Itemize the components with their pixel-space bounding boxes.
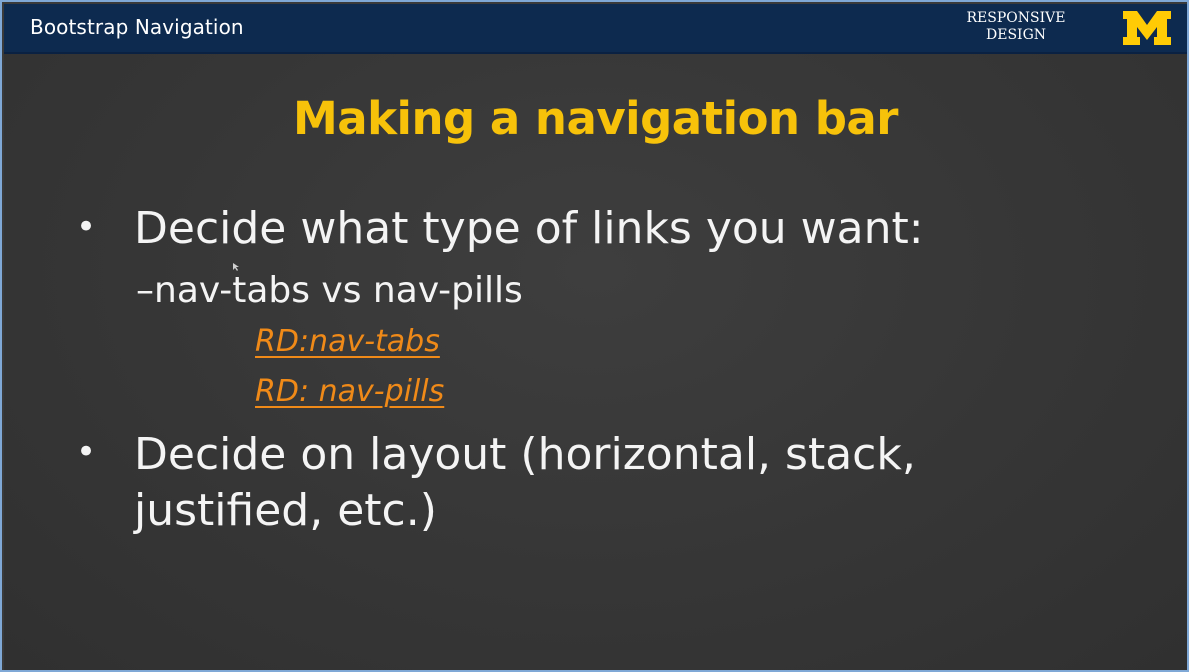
bullet-dot-2: • <box>76 432 97 472</box>
sub-bullet-text: nav-tabs vs nav-pills <box>154 270 523 311</box>
bullet-2-line-1: Decide on layout (horizontal, stack, <box>134 429 916 480</box>
link-nav-tabs[interactable]: RD:nav-tabs <box>255 324 440 359</box>
video-frame: Bootstrap Navigation RESPONSIVE DESIGN M… <box>0 0 1189 672</box>
brand-line-1: RESPONSIVE <box>966 10 1066 26</box>
sub-bullet-1: –nav-tabs vs nav-pills <box>136 269 523 313</box>
sub-bullet-dash: – <box>136 270 154 311</box>
link-nav-pills[interactable]: RD: nav-pills <box>255 374 444 409</box>
slide-header: Bootstrap Navigation RESPONSIVE DESIGN <box>4 4 1187 54</box>
brand-line-2: DESIGN <box>986 27 1046 43</box>
slide: Bootstrap Navigation RESPONSIVE DESIGN M… <box>4 4 1187 670</box>
bullet-dot-1: • <box>76 207 97 247</box>
mouse-cursor-icon <box>233 263 239 271</box>
header-title: Bootstrap Navigation <box>30 15 244 39</box>
slide-title: Making a navigation bar <box>292 92 899 145</box>
block-m-logo-icon <box>1123 11 1171 45</box>
bullet-2-line-2: justified, etc.) <box>134 485 437 536</box>
brand-text: RESPONSIVE DESIGN <box>948 10 1084 44</box>
bullet-2-text: Decide on layout (horizontal, stack, jus… <box>134 427 916 539</box>
bullet-1-text: Decide what type of links you want: <box>134 203 924 254</box>
